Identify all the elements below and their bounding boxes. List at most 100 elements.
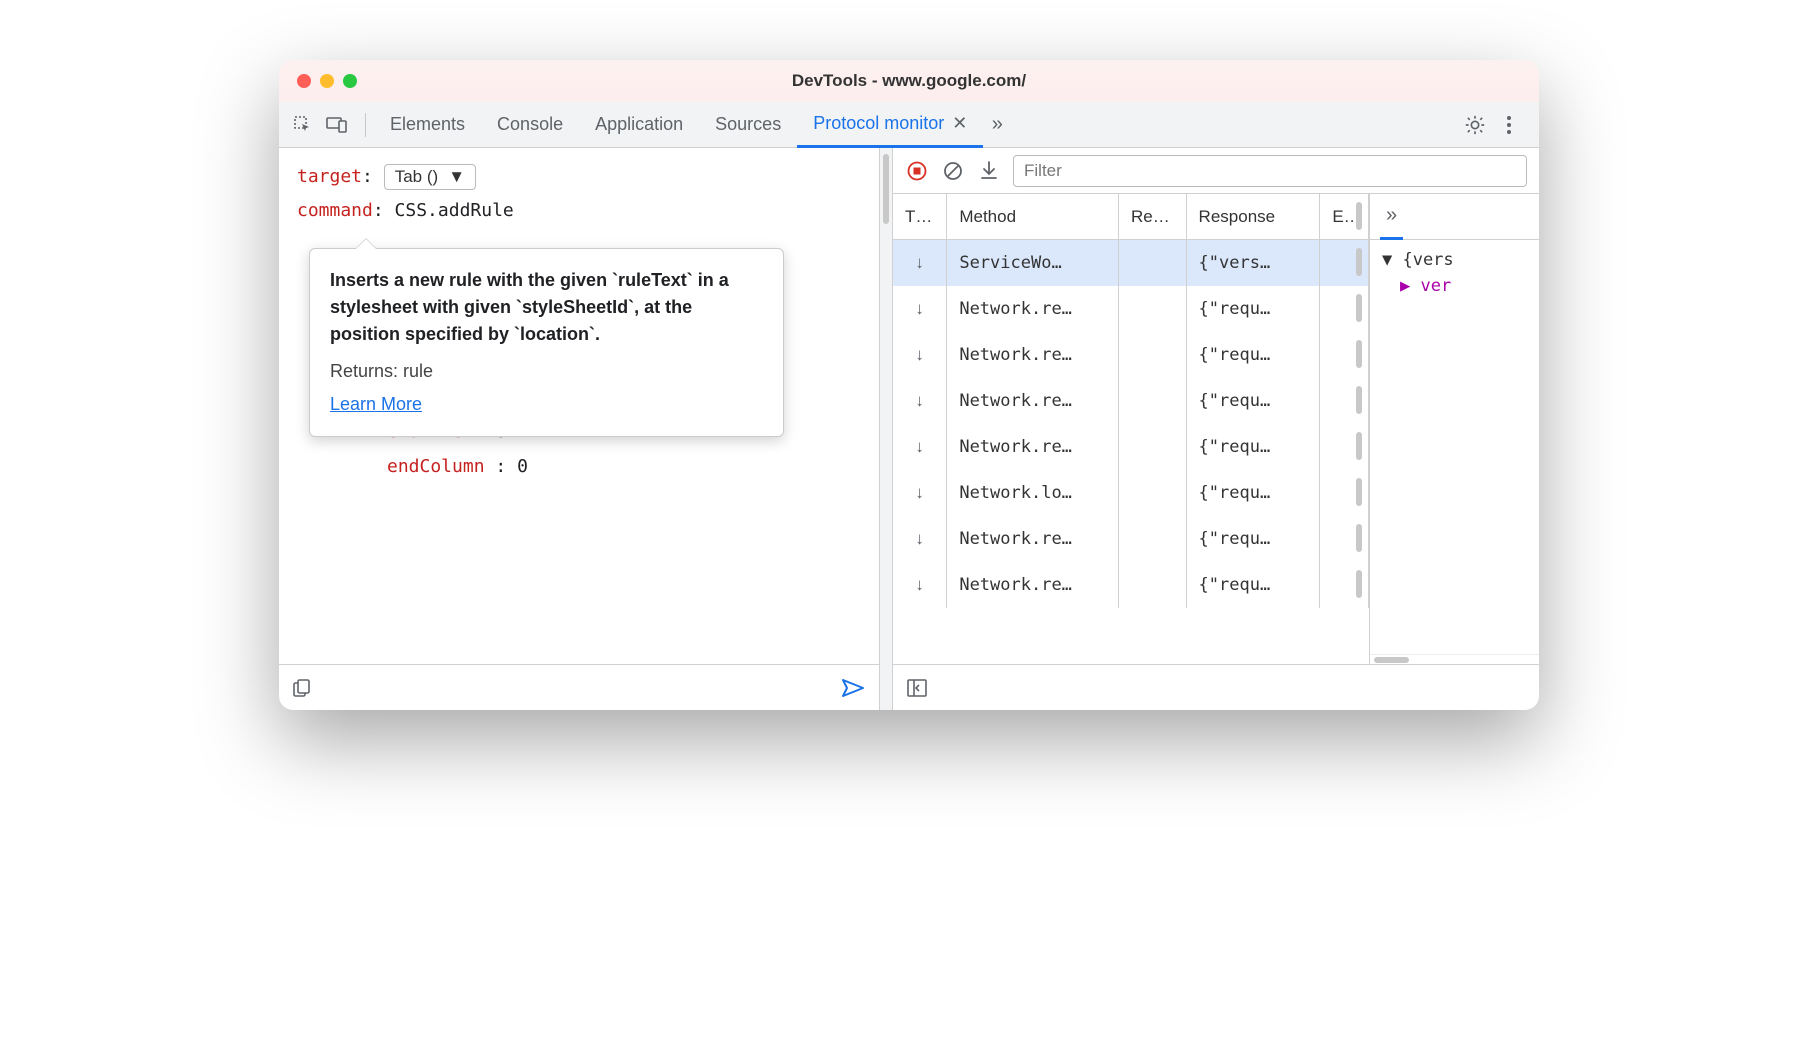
row-direction-icon: ↓ xyxy=(893,286,947,332)
row-direction-icon: ↓ xyxy=(893,516,947,562)
more-tabs-icon[interactable]: » xyxy=(983,111,1011,139)
row-direction-icon: ↓ xyxy=(893,562,947,608)
row-elapsed xyxy=(1320,378,1369,424)
row-request xyxy=(1119,286,1187,332)
toggle-drawer-icon[interactable] xyxy=(905,676,929,700)
copy-icon[interactable] xyxy=(293,679,311,697)
table-row[interactable]: ↓Network.re…{"requ… xyxy=(893,516,1369,562)
row-elapsed xyxy=(1320,286,1369,332)
row-response: {"requ… xyxy=(1187,470,1321,516)
filter-placeholder: Filter xyxy=(1024,161,1062,181)
row-response: {"requ… xyxy=(1187,332,1321,378)
settings-gear-icon[interactable] xyxy=(1461,111,1489,139)
row-response: {"requ… xyxy=(1187,516,1321,562)
table-row[interactable]: ↓ServiceWo… {"vers… xyxy=(893,240,1369,286)
record-stop-icon[interactable] xyxy=(905,159,929,183)
editor-footer xyxy=(279,664,879,710)
row-request xyxy=(1119,562,1187,608)
row-method: ServiceWo… xyxy=(947,240,1119,286)
tab-console[interactable]: Console xyxy=(481,102,579,148)
header-elapsed[interactable]: E… xyxy=(1320,194,1369,239)
clear-log-icon[interactable] xyxy=(941,159,965,183)
table-body[interactable]: ↓ServiceWo…{"vers…↓Network.re…{"requ…↓Ne… xyxy=(893,240,1369,664)
command-editor-pane: target: Tab () ▼ command: CSS.addRule In… xyxy=(279,148,879,710)
row-direction-icon: ↓ xyxy=(893,332,947,378)
row-response: {"requ… xyxy=(1187,286,1321,332)
row-request xyxy=(1119,470,1187,516)
table-row[interactable]: ↓Network.re… {"requ… xyxy=(893,286,1369,332)
inspect-element-icon[interactable] xyxy=(289,111,317,139)
command-editor[interactable]: target: Tab () ▼ command: CSS.addRule In… xyxy=(279,148,879,664)
chevron-down-icon: ▼ xyxy=(448,167,465,187)
param-endcolumn-label: endColumn xyxy=(387,456,485,477)
popover-returns: Returns: rule xyxy=(330,358,763,385)
row-elapsed xyxy=(1320,332,1369,378)
kebab-menu-icon[interactable] xyxy=(1495,111,1523,139)
row-response: {"vers… xyxy=(1187,240,1321,286)
row-elapsed xyxy=(1320,424,1369,470)
row-elapsed xyxy=(1320,562,1369,608)
param-endcolumn-value: 0 xyxy=(517,456,528,477)
row-response: {"requ… xyxy=(1187,562,1321,608)
row-direction-icon: ↓ xyxy=(893,424,947,470)
log-table: T… Method Re… Response E… ↓ServiceWo…{"v… xyxy=(893,194,1369,664)
log-footer xyxy=(893,664,1539,710)
close-tab-icon[interactable]: ✕ xyxy=(952,113,967,134)
table-row[interactable]: ↓Network.re…{"requ… xyxy=(893,378,1369,424)
command-keyword: command xyxy=(297,200,373,221)
header-method[interactable]: Method xyxy=(947,194,1119,239)
row-elapsed xyxy=(1320,516,1369,562)
log-toolbar: Filter xyxy=(893,148,1539,194)
tab-application[interactable]: Application xyxy=(579,102,699,148)
detail-scrollbar[interactable] xyxy=(1370,654,1539,664)
row-method: Network.re… xyxy=(947,378,1119,424)
tabbar: Elements Console Application Sources Pro… xyxy=(279,102,1539,148)
command-doc-popover: Inserts a new rule with the given `ruleT… xyxy=(309,248,784,437)
row-elapsed xyxy=(1320,240,1369,286)
table-row[interactable]: ↓Network.re… {"requ… xyxy=(893,562,1369,608)
table-row[interactable]: ↓Network.re… {"requ… xyxy=(893,424,1369,470)
row-request xyxy=(1119,332,1187,378)
table-row[interactable]: ↓Network.lo… {"requ… xyxy=(893,470,1369,516)
log-body: T… Method Re… Response E… ↓ServiceWo…{"v… xyxy=(893,194,1539,664)
tab-elements[interactable]: Elements xyxy=(374,102,481,148)
protocol-log-pane: Filter T… Method Re… Response E… ↓Servic… xyxy=(893,148,1539,710)
row-method: Network.lo… xyxy=(947,470,1119,516)
header-type[interactable]: T… xyxy=(893,194,947,239)
detail-body[interactable]: ▼ {vers ▶ ver xyxy=(1370,240,1539,306)
row-request xyxy=(1119,516,1187,562)
header-response[interactable]: Response xyxy=(1187,194,1321,239)
row-method: Network.re… xyxy=(947,562,1119,608)
split-gutter[interactable] xyxy=(879,148,893,710)
download-icon[interactable] xyxy=(977,159,1001,183)
detail-header: » xyxy=(1370,194,1539,240)
row-direction-icon: ↓ xyxy=(893,470,947,516)
target-dropdown[interactable]: Tab () ▼ xyxy=(384,164,476,190)
device-toolbar-icon[interactable] xyxy=(323,111,351,139)
row-method: Network.re… xyxy=(947,286,1119,332)
row-direction-icon: ↓ xyxy=(893,240,947,286)
tab-divider xyxy=(365,113,366,137)
window-title: DevTools - www.google.com/ xyxy=(279,71,1539,91)
detail-panel: » ▼ {vers ▶ ver xyxy=(1369,194,1539,664)
row-elapsed xyxy=(1320,470,1369,516)
row-direction-icon: ↓ xyxy=(893,378,947,424)
popover-description: Inserts a new rule with the given `ruleT… xyxy=(330,270,729,344)
table-row[interactable]: ↓Network.re…{"requ… xyxy=(893,332,1369,378)
devtools-window: DevTools - www.google.com/ Elements Cons… xyxy=(279,60,1539,710)
row-request xyxy=(1119,424,1187,470)
target-keyword: target xyxy=(297,166,362,187)
tab-protocol-monitor[interactable]: Protocol monitor ✕ xyxy=(797,102,983,148)
row-response: {"requ… xyxy=(1187,424,1321,470)
tab-sources[interactable]: Sources xyxy=(699,102,797,148)
filter-input[interactable]: Filter xyxy=(1013,155,1527,187)
send-command-button[interactable] xyxy=(841,678,865,698)
tab-protocol-monitor-label: Protocol monitor xyxy=(813,113,944,134)
header-request[interactable]: Re… xyxy=(1119,194,1187,239)
target-dropdown-value: Tab () xyxy=(395,167,438,187)
detail-line-2: ▶ ver xyxy=(1400,276,1527,296)
row-request xyxy=(1119,378,1187,424)
detail-more-tabs-icon[interactable]: » xyxy=(1380,194,1403,240)
learn-more-link[interactable]: Learn More xyxy=(330,391,422,418)
row-method: Network.re… xyxy=(947,424,1119,470)
